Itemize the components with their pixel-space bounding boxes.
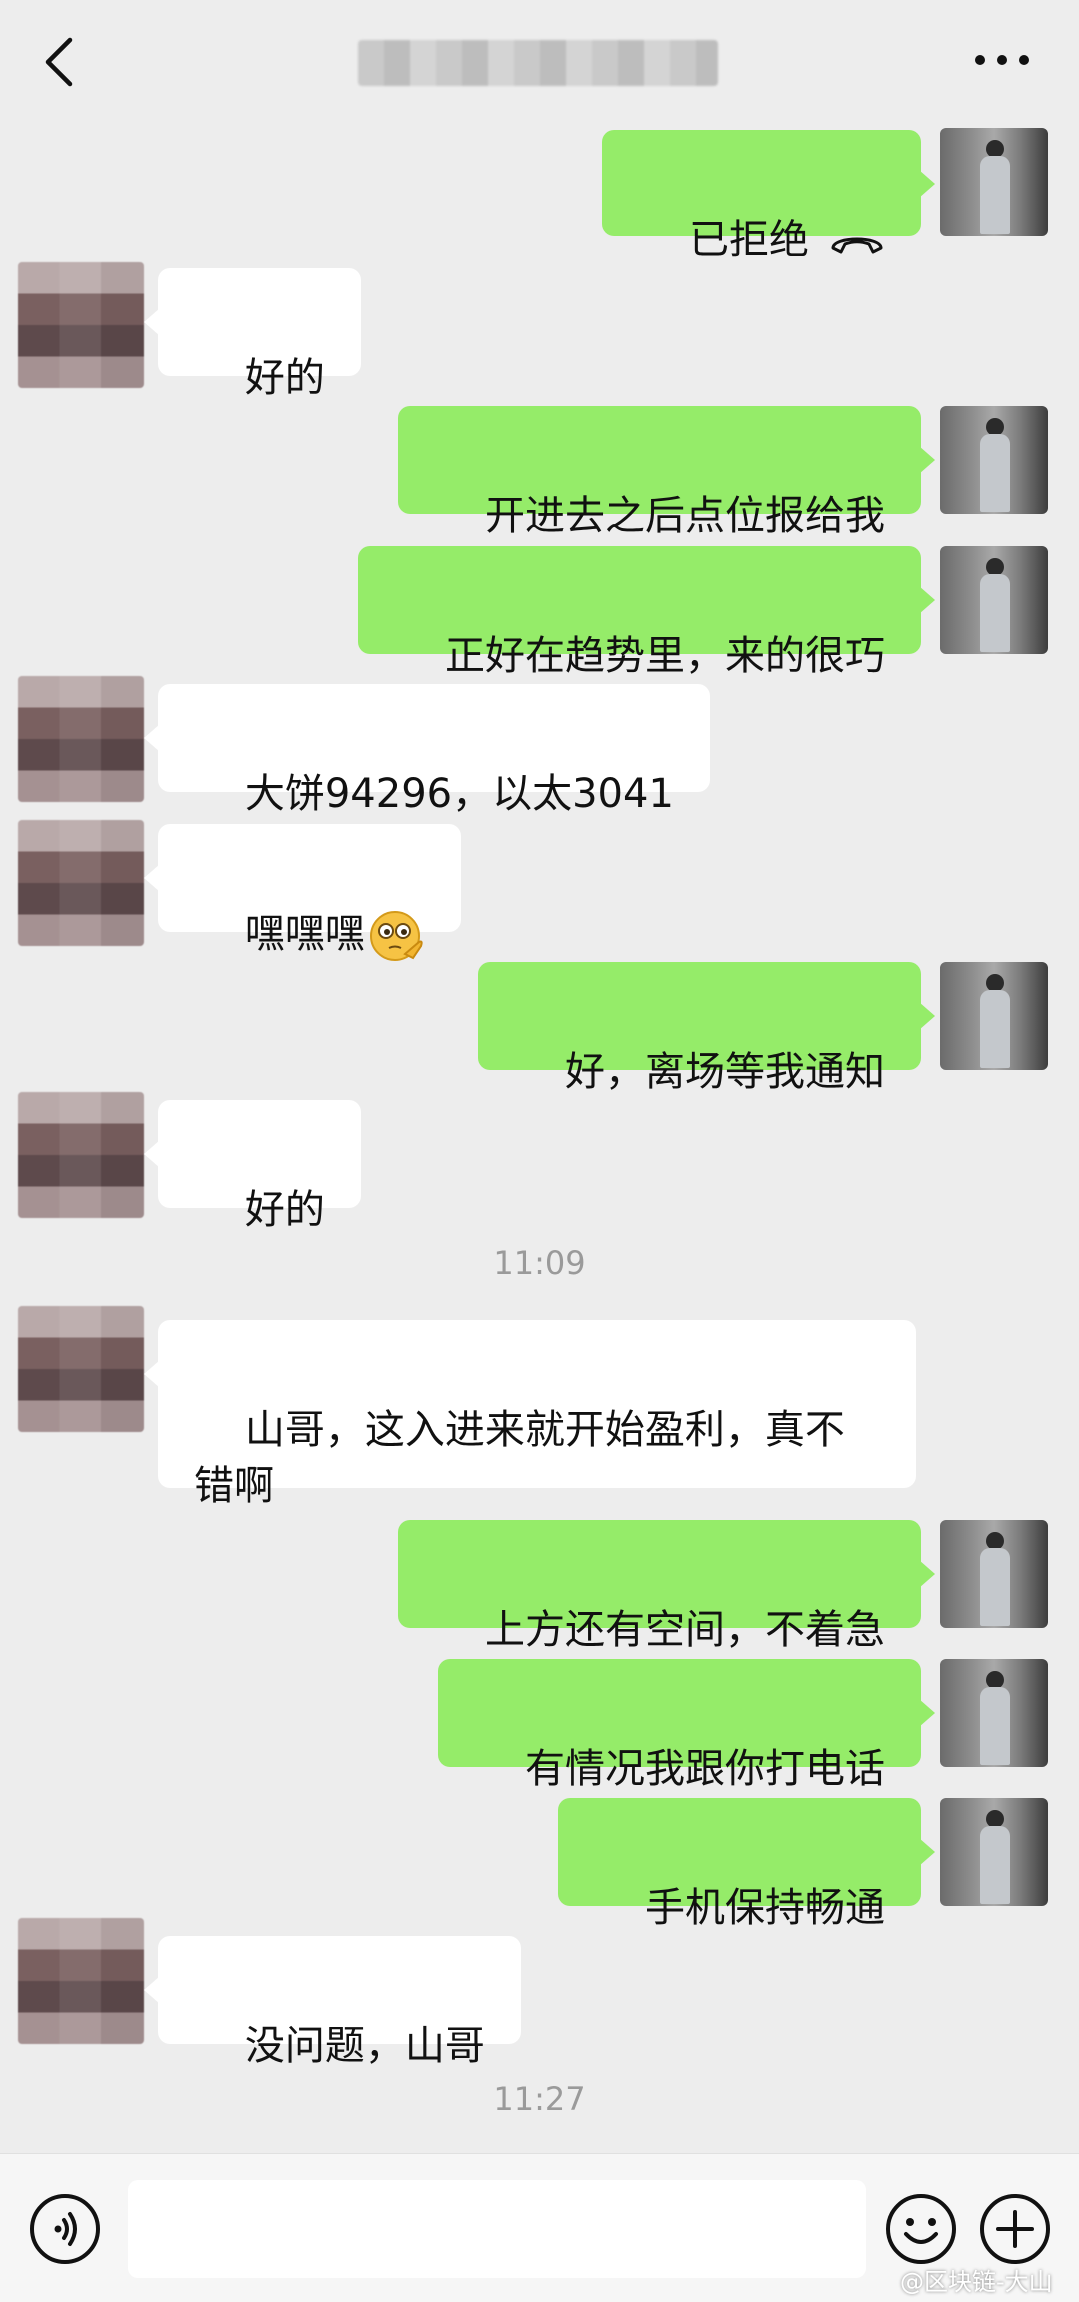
emoji-icon xyxy=(886,2194,956,2264)
message-text: 正好在趋势里，来的很巧 xyxy=(445,633,885,679)
voice-icon xyxy=(30,2194,100,2264)
message-bubble[interactable]: 已拒绝 xyxy=(602,130,935,263)
phone-hangup-icon xyxy=(831,237,883,254)
contact-avatar[interactable] xyxy=(18,262,144,388)
message-text: 上方还有空间，不着急 xyxy=(485,1607,885,1653)
message-bubble[interactable]: 嘿嘿嘿 xyxy=(144,824,461,961)
my-avatar[interactable] xyxy=(940,128,1048,236)
message-text: 山哥，这入进来就开始盈利，真不 错啊 xyxy=(194,1407,845,1509)
contact-avatar[interactable] xyxy=(18,820,144,946)
message-text: 手机保持畅通 xyxy=(645,1885,885,1931)
message-text: 好的 xyxy=(244,355,325,401)
message-text: 开进去之后点位报给我 xyxy=(485,493,885,539)
more-button[interactable] xyxy=(972,40,1032,80)
message-bubble[interactable]: 手机保持畅通 xyxy=(558,1798,935,1931)
chat-header xyxy=(0,0,1079,124)
voice-button[interactable] xyxy=(28,2192,102,2266)
message-text: 有情况我跟你打电话 xyxy=(525,1746,885,1792)
my-avatar[interactable] xyxy=(940,406,1048,514)
my-avatar[interactable] xyxy=(940,546,1048,654)
message-bubble[interactable]: 好的 xyxy=(144,1100,361,1233)
message-bubble[interactable]: 山哥，这入进来就开始盈利，真不 错啊 xyxy=(144,1320,916,1509)
message-text: 大饼94296，以太3041 xyxy=(244,771,674,817)
message-bubble[interactable]: 上方还有空间，不着急 xyxy=(398,1520,935,1653)
timestamp: 11:09 xyxy=(493,1244,586,1282)
contact-avatar[interactable] xyxy=(18,676,144,802)
message-text: 嘿嘿嘿 xyxy=(244,911,365,957)
message-bubble[interactable]: 没问题，山哥 xyxy=(144,1936,521,2069)
back-button[interactable] xyxy=(40,32,80,92)
message-bubble[interactable]: 大饼94296，以太3041 xyxy=(144,684,710,817)
contact-avatar[interactable] xyxy=(18,1918,144,2044)
plus-button[interactable] xyxy=(978,2192,1052,2266)
message-bubble[interactable]: 好的 xyxy=(144,268,361,401)
message-bubble[interactable]: 开进去之后点位报给我 xyxy=(398,406,935,539)
message-text: 没问题，山哥 xyxy=(244,2023,485,2069)
my-avatar[interactable] xyxy=(940,1520,1048,1628)
contact-avatar[interactable] xyxy=(18,1306,144,1432)
message-input[interactable] xyxy=(128,2180,866,2278)
chat-title xyxy=(358,40,718,86)
message-bubble[interactable]: 正好在趋势里，来的很巧 xyxy=(358,546,935,679)
emoji-button[interactable] xyxy=(884,2192,958,2266)
message-text: 已拒绝 xyxy=(689,217,809,263)
plus-icon xyxy=(980,2194,1050,2264)
chevron-left-icon xyxy=(45,37,73,87)
message-bubble[interactable]: 好，离场等我通知 xyxy=(478,962,935,1095)
contact-avatar[interactable] xyxy=(18,1092,144,1218)
thinking-emoji-icon xyxy=(369,911,423,961)
watermark: @区块链-大山 xyxy=(900,2268,1053,2296)
message-bubble[interactable]: 有情况我跟你打电话 xyxy=(438,1659,935,1792)
message-text: 好，离场等我通知 xyxy=(565,1049,885,1095)
timestamp: 11:27 xyxy=(493,2080,586,2118)
more-dots-icon xyxy=(975,55,1029,65)
my-avatar[interactable] xyxy=(940,1798,1048,1906)
message-text: 好的 xyxy=(244,1187,325,1233)
my-avatar[interactable] xyxy=(940,1659,1048,1767)
my-avatar[interactable] xyxy=(940,962,1048,1070)
